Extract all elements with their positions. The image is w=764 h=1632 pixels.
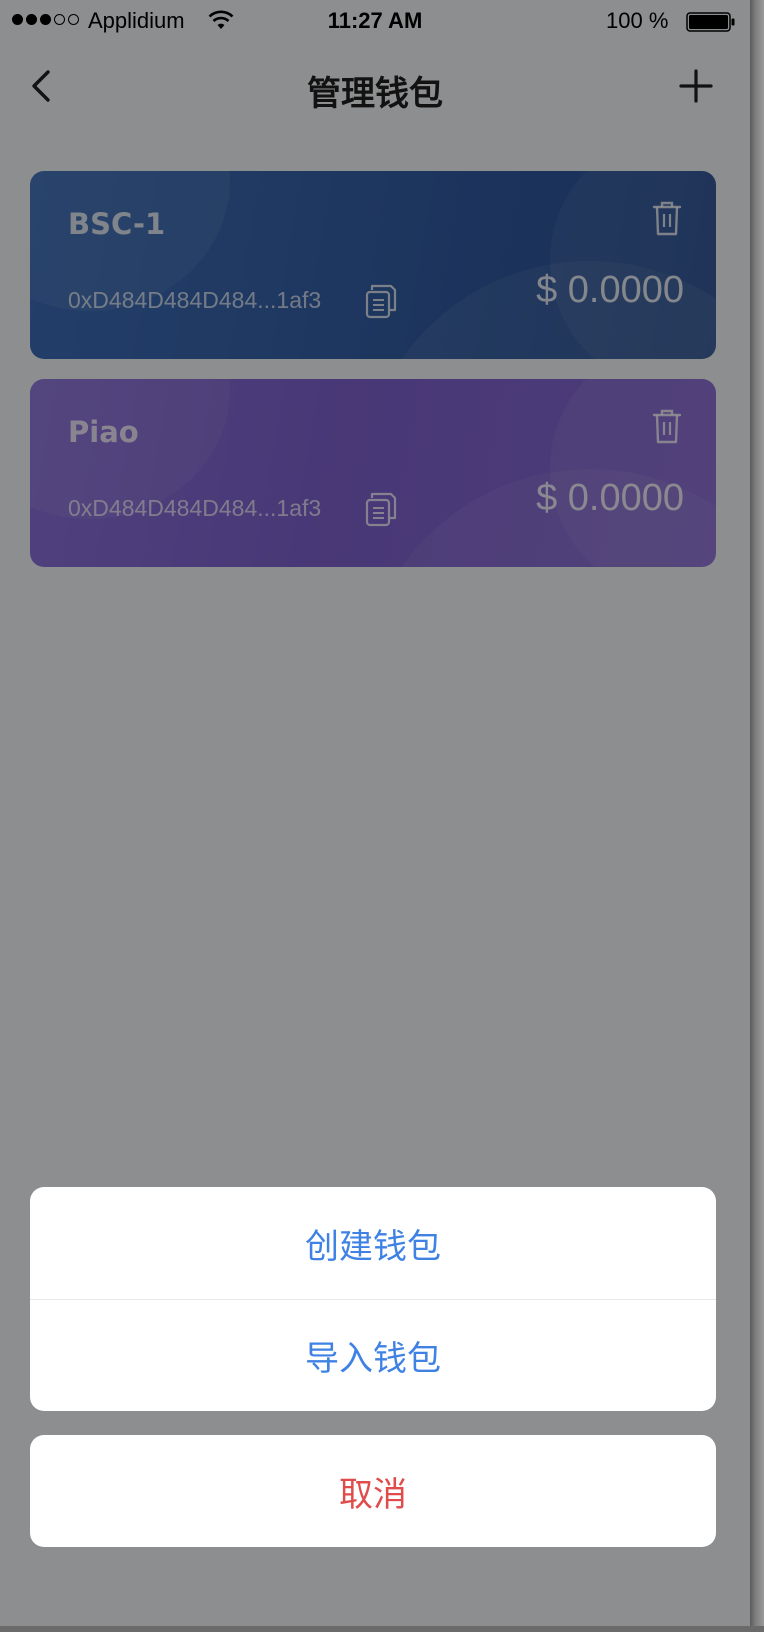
import-wallet-button[interactable]: 导入钱包 bbox=[30, 1299, 716, 1411]
create-wallet-button[interactable]: 创建钱包 bbox=[30, 1187, 716, 1299]
window-edge bbox=[750, 0, 764, 1632]
action-sheet: 创建钱包 导入钱包 bbox=[30, 1187, 716, 1411]
screen: Applidium 11:27 AM 100 % 管理钱包 BSC-1 0xD4… bbox=[0, 0, 750, 1632]
window-edge-bottom bbox=[0, 1626, 764, 1632]
cancel-button[interactable]: 取消 bbox=[30, 1435, 716, 1547]
